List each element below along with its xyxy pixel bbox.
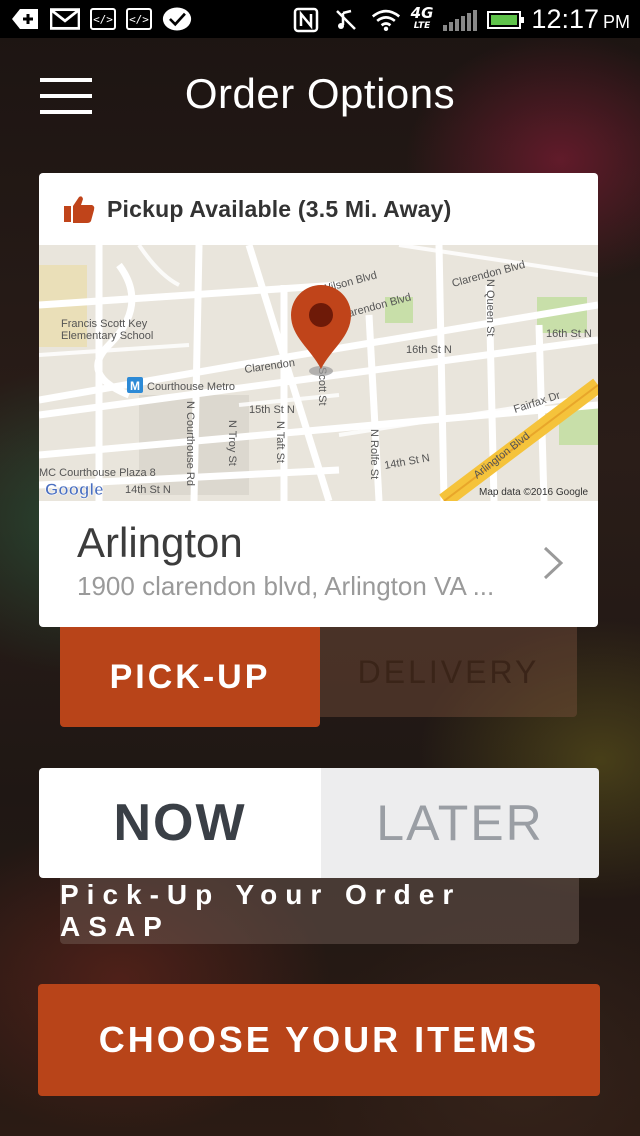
map-label: 16th St N (546, 328, 592, 340)
page-title: Order Options (184, 70, 456, 117)
choose-items-button[interactable]: CHOOSE YOUR ITEMS (38, 984, 600, 1096)
network-type: 4G LTE (410, 3, 434, 31)
check-bubble-icon (162, 6, 192, 32)
code-icon: </> (90, 8, 116, 30)
store-address: 1900 clarendon blvd, Arlington VA ... (77, 571, 495, 601)
battery-icon (487, 10, 525, 29)
signal-icon (443, 9, 478, 31)
store-card: Pickup Available (3.5 Mi. Away) M Wilson… (39, 173, 598, 627)
system-icons: 4G LTE 12:17 PM (291, 4, 630, 35)
map-attribution: Map data ©2016 Google (479, 487, 589, 498)
map-label: 14th St N (125, 484, 171, 496)
map-canvas: M Wilson Blvd Clarendon Blvd arendon Blv… (39, 245, 598, 501)
code-icon: </> (126, 8, 152, 30)
store-map[interactable]: M Wilson Blvd Clarendon Blvd arendon Blv… (39, 245, 598, 501)
map-label: N Courthouse Rd (184, 401, 196, 486)
delivery-button[interactable]: DELIVERY (320, 627, 577, 717)
wifi-icon (371, 7, 401, 33)
clock: 12:17 PM (531, 4, 630, 34)
map-label: Courthouse Metro (147, 381, 235, 393)
order-type-toggle: PICK-UP DELIVERY (60, 627, 577, 727)
map-label: N Taft St (274, 421, 286, 463)
pickup-button[interactable]: PICK-UP (60, 627, 320, 727)
mute-icon (331, 7, 361, 33)
later-button[interactable]: LATER (321, 768, 599, 878)
map-label: 15th St N (249, 404, 295, 416)
map-label: Elementary School (61, 330, 153, 342)
map-label: N Queen St (484, 279, 496, 336)
timing-toggle: NOW LATER (39, 768, 599, 878)
add-icon (10, 6, 40, 32)
chevron-right-icon (543, 546, 564, 580)
svg-text:M: M (130, 379, 140, 393)
now-button[interactable]: NOW (39, 768, 321, 878)
status-bar: </> </> 4G LTE 12:17 PM (0, 0, 640, 38)
thumbs-up-icon (64, 196, 95, 223)
google-logo: Google (45, 480, 104, 499)
map-label: MC Courthouse Plaza 8 (39, 467, 156, 479)
store-location-row[interactable]: Arlington 1900 clarendon blvd, Arlington… (39, 501, 598, 627)
gmail-icon (50, 6, 80, 32)
timing-description: Pick-Up Your Order ASAP (60, 878, 579, 944)
pickup-status-text: Pickup Available (3.5 Mi. Away) (107, 195, 452, 222)
nfc-icon (291, 7, 321, 33)
map-label: N Rolfe St (368, 429, 380, 479)
pickup-status-row: Pickup Available (3.5 Mi. Away) (39, 173, 598, 245)
map-label: Francis Scott Key (61, 318, 148, 330)
store-name: Arlington (77, 519, 243, 566)
map-label: 16th St N (406, 344, 452, 356)
notification-icons: </> </> (10, 6, 192, 32)
map-label: N Troy St (226, 420, 238, 466)
